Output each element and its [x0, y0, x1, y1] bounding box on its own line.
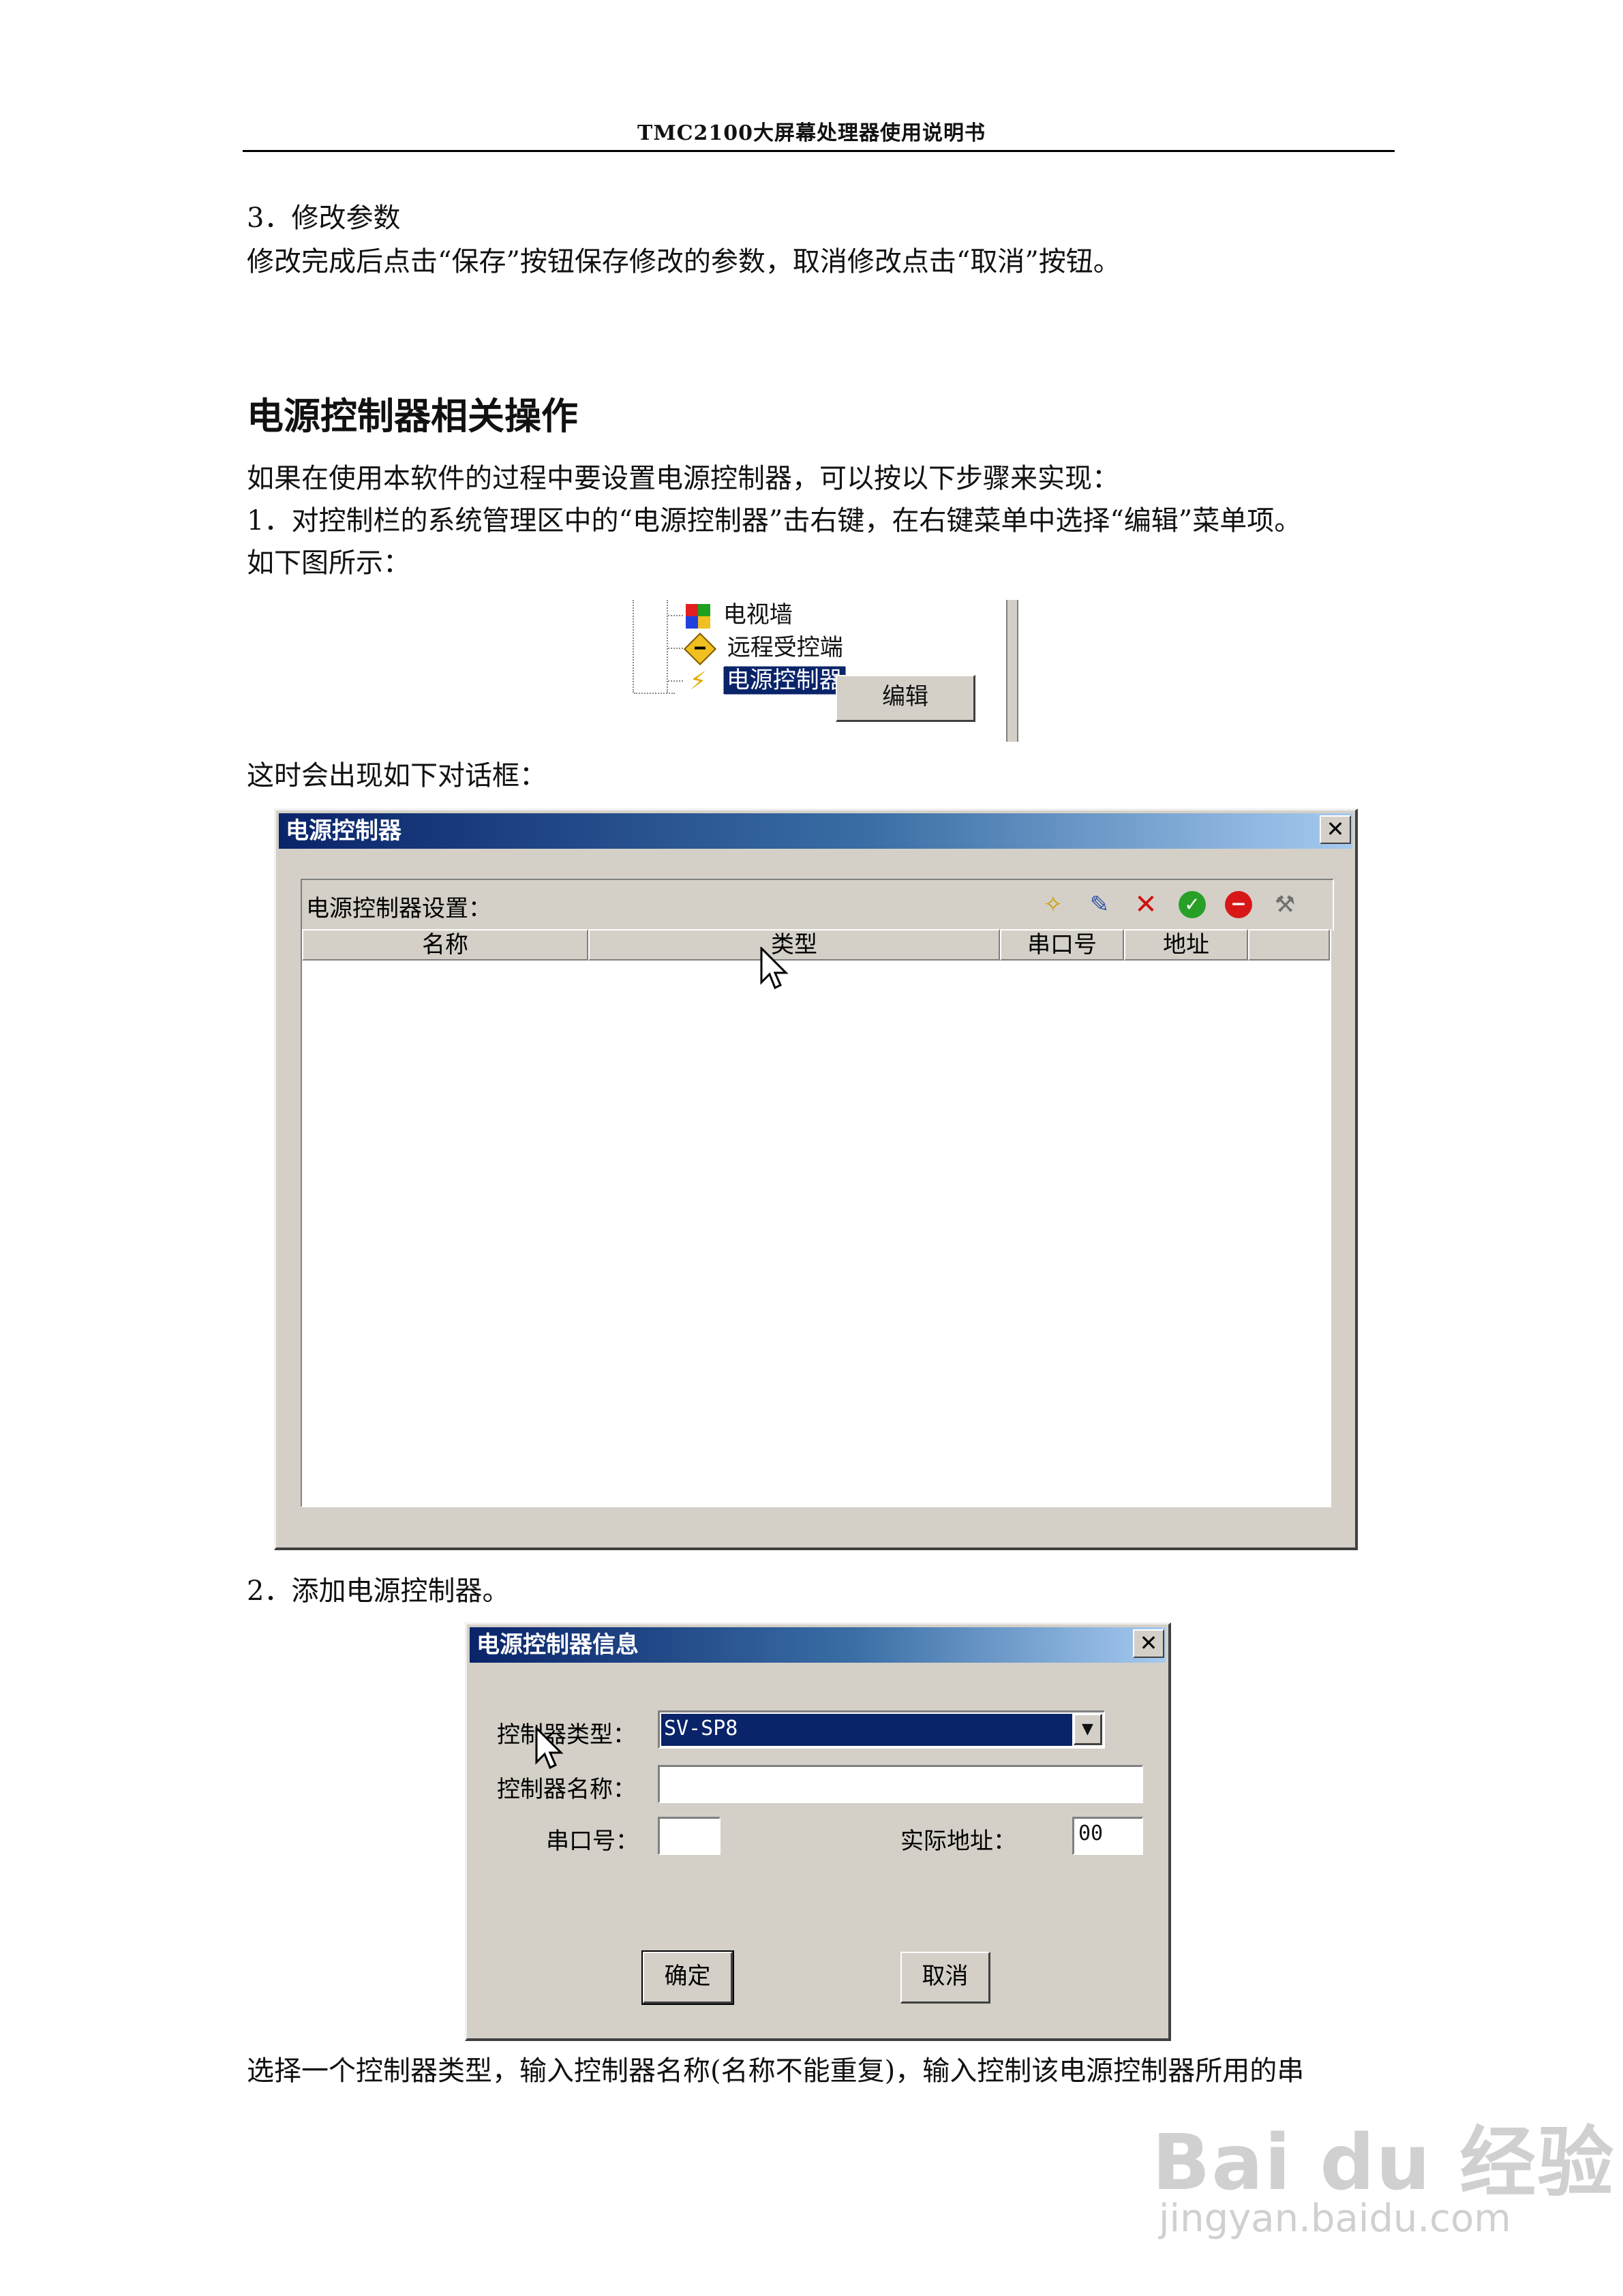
column-header-address[interactable]: 地址	[1124, 929, 1248, 961]
tree-screenshot: 电视墙 远程受控端 ⚡ 电源控制器 编辑	[627, 600, 1018, 742]
baidu-watermark-url: jingyan.baidu.com	[1159, 2196, 1511, 2241]
address-label: 实际地址：	[900, 1828, 1016, 1855]
controller-type-select[interactable]: SV-SP8 ▼	[658, 1710, 1105, 1749]
address-value: 00	[1078, 1822, 1104, 1845]
tree-item-power-controller[interactable]: ⚡ 电源控制器	[686, 665, 846, 695]
controller-name-input[interactable]	[658, 1765, 1143, 1803]
selected-value: SV-SP8	[661, 1714, 1072, 1746]
step-1-continuation: 如下图所示：	[247, 547, 410, 579]
dialog-intro-text: 这时会出现如下对话框：	[247, 760, 547, 791]
mouse-cursor-icon	[760, 947, 789, 990]
context-menu-item-edit[interactable]: 编辑	[882, 683, 928, 710]
tree-item-label: 电视墙	[723, 601, 793, 629]
tree-item-label: 电源控制器	[723, 666, 846, 695]
power-controller-info-dialog: 电源控制器信息 ✕ 控制器类型： SV-SP8 ▼ 控制器名称： 串口号： 实际…	[465, 1622, 1171, 2041]
mouse-cursor-icon	[535, 1727, 564, 1770]
settings-label: 电源控制器设置：	[306, 895, 491, 922]
controller-type-label: 控制器类型：	[497, 1721, 636, 1749]
controller-list[interactable]: 名称 类型 串口号 地址	[301, 929, 1331, 1507]
address-input[interactable]: 00	[1072, 1817, 1143, 1855]
port-label: 串口号：	[546, 1828, 639, 1855]
close-button[interactable]: ✕	[1320, 815, 1351, 844]
context-menu-edit[interactable]: 编辑	[836, 675, 975, 722]
dialog-title: 电源控制器信息	[470, 1627, 1166, 1663]
ok-button[interactable]: 确定	[641, 1950, 734, 2005]
port-input[interactable]	[658, 1817, 721, 1855]
column-header-name[interactable]: 名称	[302, 929, 588, 961]
edit-icon[interactable]: ✎	[1084, 890, 1114, 920]
column-header-type[interactable]: 类型	[588, 929, 1000, 961]
step-2-description: 选择一个控制器类型，输入控制器名称(名称不能重复)，输入控制该电源控制器所用的串	[247, 2055, 1305, 2087]
tree-item-label: 远程受控端	[727, 634, 843, 661]
dialog-title: 电源控制器	[279, 813, 1352, 849]
lightning-icon: ⚡	[689, 667, 707, 695]
cancel-button[interactable]: 取消	[900, 1952, 990, 2004]
power-section-title: 电源控制器相关操作	[247, 395, 578, 438]
document-header-title: TMC2100大屏幕处理器使用说明书	[637, 121, 986, 145]
chevron-down-icon[interactable]: ▼	[1074, 1714, 1102, 1745]
baidu-watermark-logo: Bai du 经验	[1152, 2119, 1616, 2207]
toolbar: 电源控制器设置： ✧ ✎ ✕ ✓ − ⚒	[301, 879, 1334, 931]
delete-icon[interactable]: ✕	[1131, 890, 1161, 920]
header-divider	[243, 150, 1395, 152]
tree-scrollbar[interactable]	[1006, 600, 1018, 742]
column-header-empty	[1248, 929, 1330, 961]
tree-item-tv-wall[interactable]: 电视墙	[686, 600, 793, 630]
step-2-text: 2．添加电源控制器。	[247, 1575, 510, 1607]
new-icon[interactable]: ✧	[1038, 890, 1068, 920]
section-3-text: 修改完成后点击“保存”按钮保存修改的参数，取消修改点击“取消”按钮。	[247, 246, 1121, 277]
stop-icon[interactable]: −	[1225, 891, 1252, 918]
column-header-port[interactable]: 串口号	[1000, 929, 1124, 961]
section-3-heading: 3．修改参数	[247, 202, 401, 234]
power-section-intro: 如果在使用本软件的过程中要设置电源控制器，可以按以下步骤来实现：	[247, 463, 1119, 494]
tools-icon[interactable]: ⚒	[1270, 890, 1300, 920]
tree-item-remote-client[interactable]: 远程受控端	[683, 632, 843, 665]
controller-name-label: 控制器名称：	[497, 1776, 636, 1803]
power-controller-dialog: 电源控制器 ✕ 电源控制器设置： ✧ ✎ ✕ ✓ − ⚒ 名称 类型 串口号 地…	[274, 809, 1358, 1550]
confirm-icon[interactable]: ✓	[1179, 891, 1206, 918]
close-button[interactable]: ✕	[1133, 1629, 1164, 1658]
step-1-text: 1．对控制栏的系统管理区中的“电源控制器”击右键，在右键菜单中选择“编辑”菜单项…	[247, 505, 1302, 537]
tv-wall-icon	[686, 603, 710, 629]
remote-client-icon	[683, 632, 717, 665]
